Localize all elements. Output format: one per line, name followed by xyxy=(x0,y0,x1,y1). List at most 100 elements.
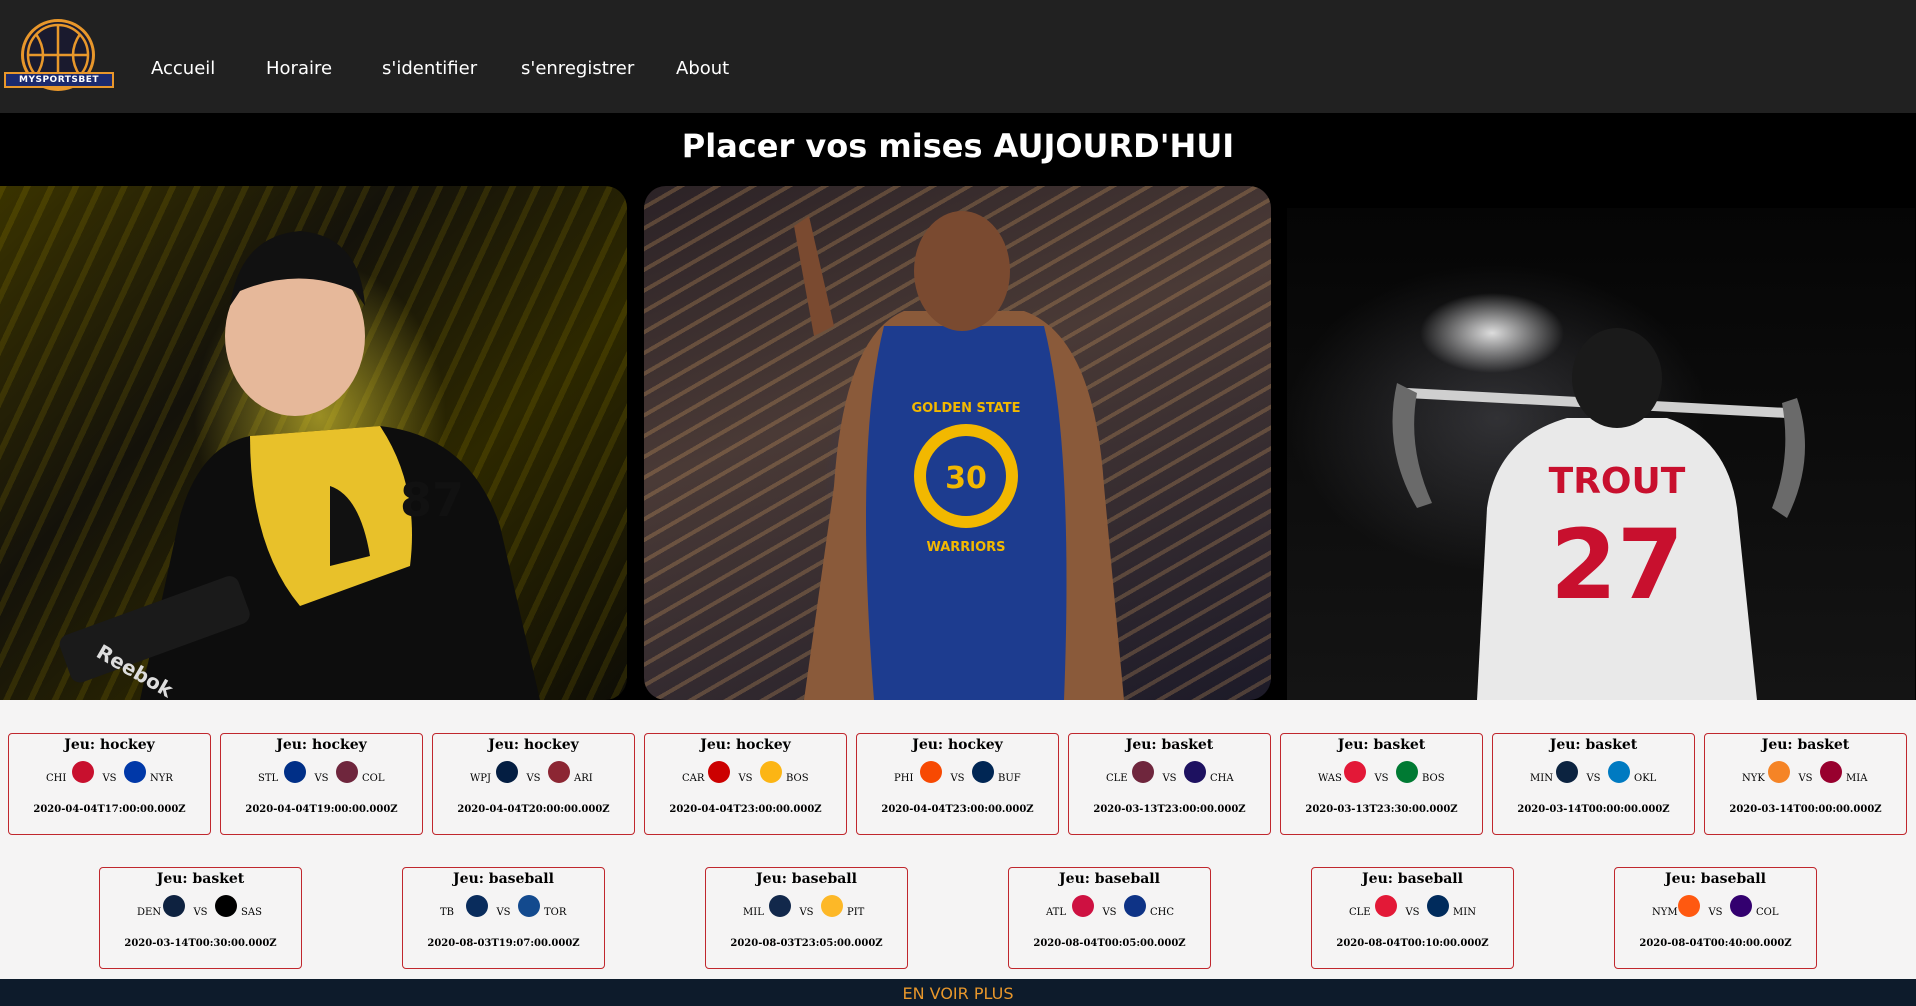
game-datetime: 2020-04-04T17:00:00.000Z xyxy=(33,804,186,815)
hero-title: Placer vos mises AUJOURD'HUI xyxy=(681,127,1235,165)
vs-label: VS xyxy=(1708,907,1723,918)
teams-row: DEN VS SAS xyxy=(100,892,301,928)
away-team-logo-icon xyxy=(1124,895,1146,917)
game-datetime: 2020-04-04T19:00:00.000Z xyxy=(245,804,398,815)
game-datetime: 2020-04-04T20:00:00.000Z xyxy=(457,804,610,815)
game-card[interactable]: Jeu: hockey CAR VS BOS 2020-04-04T23:00:00.0… xyxy=(644,733,847,835)
teams-row: PHI VS BUF xyxy=(857,758,1058,794)
away-team-abbr: COL xyxy=(1756,907,1779,918)
brand-logo-text: MYSPORTSBET xyxy=(4,72,114,88)
teams-row: CLE VS MIN xyxy=(1312,892,1513,928)
jersey-team-text: GOLDEN STATE xyxy=(911,401,1020,416)
nav-item-accueil[interactable]: Accueil xyxy=(151,58,215,79)
away-team-abbr: COL xyxy=(362,773,385,784)
teams-row: TB VS TOR xyxy=(403,892,604,928)
nav-item-register[interactable]: s'enregistrer xyxy=(521,58,634,79)
game-card[interactable]: Jeu: hockey STL VS COL 2020-04-04T19:00:00.0… xyxy=(220,733,423,835)
vs-label: VS xyxy=(1102,907,1117,918)
away-team-abbr: BOS xyxy=(1422,773,1445,784)
game-card[interactable]: Jeu: baseball CLE VS MIN 2020-08-04T00:10:00… xyxy=(1311,867,1514,969)
teams-row: WAS VS BOS xyxy=(1281,758,1482,794)
away-team-abbr: NYR xyxy=(150,773,173,784)
game-sport-title: Jeu: hockey xyxy=(64,737,155,753)
away-team-logo-icon xyxy=(215,895,237,917)
game-card[interactable]: Jeu: basket DEN VS SAS 2020-03-14T00:30:00.0… xyxy=(99,867,302,969)
teams-row: ATL VS CHC xyxy=(1009,892,1210,928)
vs-label: VS xyxy=(526,773,541,784)
nav-item-about[interactable]: About xyxy=(676,58,729,79)
away-team-logo-icon xyxy=(1820,761,1842,783)
brand-logo[interactable]: MYSPORTSBET xyxy=(4,19,114,91)
vs-label: VS xyxy=(314,773,329,784)
game-card[interactable]: Jeu: hockey WPJ VS ARI 2020-04-04T20:00:00.0… xyxy=(432,733,635,835)
game-datetime: 2020-04-04T23:00:00.000Z xyxy=(669,804,822,815)
game-card[interactable]: Jeu: basket NYK VS MIA 2020-03-14T00:00:00.0… xyxy=(1704,733,1907,835)
away-team-logo-icon xyxy=(1184,761,1206,783)
away-team-logo-icon xyxy=(1730,895,1752,917)
jersey-number-text: 87 xyxy=(400,473,464,527)
away-team-abbr: ARI xyxy=(574,773,593,784)
game-card[interactable]: Jeu: baseball ATL VS CHC 2020-08-04T00:05:00… xyxy=(1008,867,1211,969)
game-card[interactable]: Jeu: basket CLE VS CHA 2020-03-13T23:00:00.0… xyxy=(1068,733,1271,835)
game-sport-title: Jeu: baseball xyxy=(1362,871,1463,887)
game-card[interactable]: Jeu: baseball TB VS TOR 2020-08-03T19:07:00.… xyxy=(402,867,605,969)
game-card[interactable]: Jeu: hockey PHI VS BUF 2020-04-04T23:00:00.0… xyxy=(856,733,1059,835)
game-datetime: 2020-03-14T00:00:00.000Z xyxy=(1729,804,1882,815)
game-datetime: 2020-03-14T00:00:00.000Z xyxy=(1517,804,1670,815)
jersey-name-text: TROUT xyxy=(1549,461,1686,502)
vs-label: VS xyxy=(1405,907,1420,918)
game-sport-title: Jeu: baseball xyxy=(1059,871,1160,887)
away-team-logo-icon xyxy=(1608,761,1630,783)
basketball-player-image: 30 GOLDEN STATE WARRIORS xyxy=(644,186,1271,700)
navbar: MYSPORTSBET Accueil Horaire s'identifier… xyxy=(0,0,1916,113)
away-team-abbr: PIT xyxy=(847,907,865,918)
jersey-word-text: WARRIORS xyxy=(926,540,1005,555)
game-datetime: 2020-08-04T00:40:00.000Z xyxy=(1639,938,1792,949)
away-team-abbr: CHC xyxy=(1150,907,1175,918)
see-more-button[interactable]: EN VOIR PLUS xyxy=(0,979,1916,1006)
game-card[interactable]: Jeu: basket MIN VS OKL 2020-03-14T00:00:00.0… xyxy=(1492,733,1695,835)
game-sport-title: Jeu: hockey xyxy=(276,737,367,753)
game-card[interactable]: Jeu: baseball NYM VS COL 2020-08-04T00:40:00… xyxy=(1614,867,1817,969)
jersey-number-text: 27 xyxy=(1550,509,1684,621)
game-sport-title: Jeu: basket xyxy=(1125,737,1214,753)
game-datetime: 2020-04-04T23:00:00.000Z xyxy=(881,804,1034,815)
game-sport-title: Jeu: baseball xyxy=(1665,871,1766,887)
nav-item-horaire[interactable]: Horaire xyxy=(266,58,332,79)
hockey-player-image: 87 Reebok xyxy=(0,186,627,700)
game-card[interactable]: Jeu: basket WAS VS BOS 2020-03-13T23:30:00.0… xyxy=(1280,733,1483,835)
game-datetime: 2020-03-14T00:30:00.000Z xyxy=(124,938,277,949)
hockey-player-illustration: 87 Reebok xyxy=(59,231,540,700)
game-datetime: 2020-08-03T19:07:00.000Z xyxy=(427,938,580,949)
away-team-logo-icon xyxy=(760,761,782,783)
hero-section: Placer vos mises AUJOURD'HUI 87 Reebok 3… xyxy=(0,113,1916,700)
away-team-abbr: OKL xyxy=(1634,773,1657,784)
away-team-logo-icon xyxy=(1427,895,1449,917)
game-card[interactable]: Jeu: hockey CHI VS NYR 2020-04-04T17:00:00.0… xyxy=(8,733,211,835)
game-sport-title: Jeu: baseball xyxy=(453,871,554,887)
away-team-abbr: CHA xyxy=(1210,773,1234,784)
vs-label: VS xyxy=(1162,773,1177,784)
teams-row: NYM VS COL xyxy=(1615,892,1816,928)
see-more-label: EN VOIR PLUS xyxy=(902,984,1014,1003)
away-team-logo-icon xyxy=(1396,761,1418,783)
away-team-logo-icon xyxy=(972,761,994,783)
away-team-logo-icon xyxy=(821,895,843,917)
teams-row: WPJ VS ARI xyxy=(433,758,634,794)
game-datetime: 2020-08-04T00:05:00.000Z xyxy=(1033,938,1186,949)
vs-label: VS xyxy=(102,773,117,784)
games-list: Jeu: hockey CHI VS NYR 2020-04-04T17:00:00.0… xyxy=(0,700,1916,979)
vs-label: VS xyxy=(950,773,965,784)
vs-label: VS xyxy=(1374,773,1389,784)
nav-item-login[interactable]: s'identifier xyxy=(382,58,477,79)
game-datetime: 2020-03-13T23:00:00.000Z xyxy=(1093,804,1246,815)
game-card[interactable]: Jeu: baseball MIL VS PIT 2020-08-03T23:05:00… xyxy=(705,867,908,969)
game-datetime: 2020-08-03T23:05:00.000Z xyxy=(730,938,883,949)
vs-label: VS xyxy=(738,773,753,784)
away-team-logo-icon xyxy=(336,761,358,783)
away-team-abbr: SAS xyxy=(241,907,262,918)
teams-row: CHI VS NYR xyxy=(9,758,210,794)
game-sport-title: Jeu: basket xyxy=(1337,737,1426,753)
basketball-player-illustration: 30 GOLDEN STATE WARRIORS xyxy=(794,211,1124,700)
baseball-player-image: TROUT 27 xyxy=(1287,208,1915,700)
